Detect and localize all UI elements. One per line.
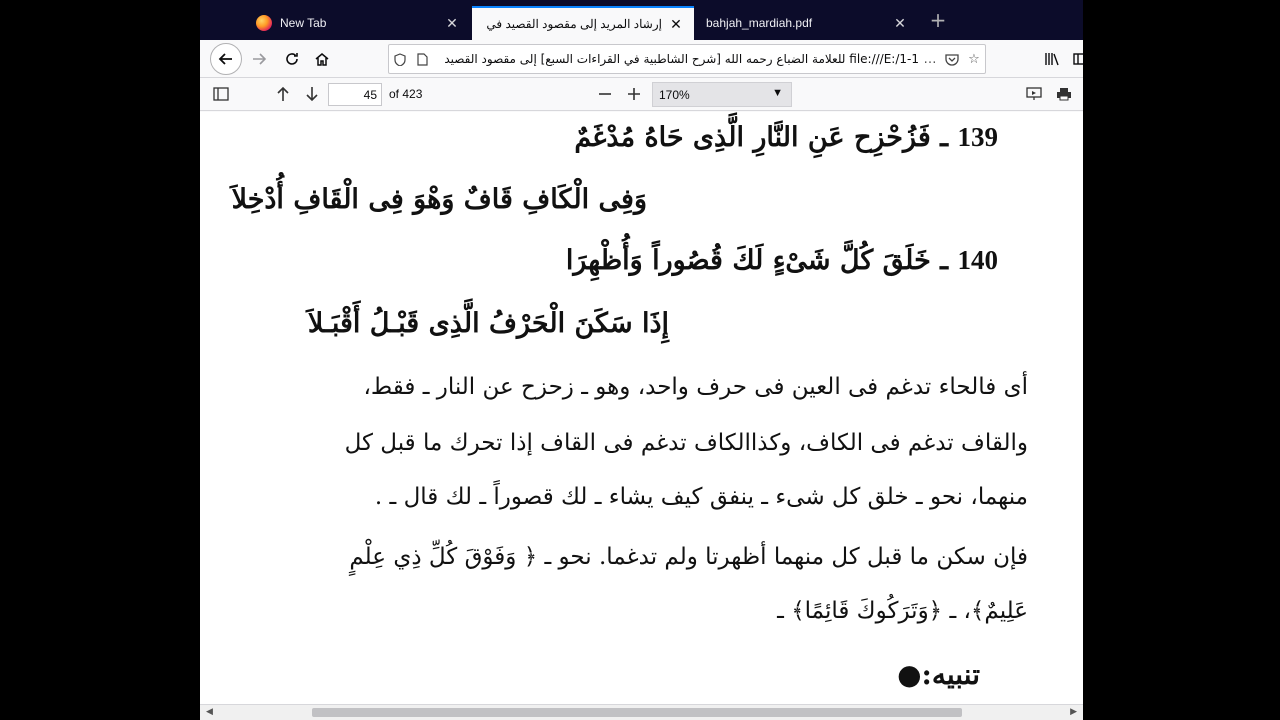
close-icon[interactable]: ✕	[668, 16, 684, 32]
tab-new-tab[interactable]: New Tab ✕	[246, 6, 470, 40]
reload-button[interactable]	[278, 45, 306, 73]
shield-icon[interactable]	[389, 52, 411, 66]
new-tab-plus-icon[interactable]: +	[928, 10, 948, 30]
arrow-down-icon	[306, 87, 318, 102]
verse-number: 139	[957, 122, 999, 152]
zoom-value: 170%	[659, 87, 690, 102]
paragraph-2-line-1: فإن سكن ما قبل كل منهما أظهرتا ولم تدغما…	[349, 544, 1028, 570]
verse-139-line1: 139 ـ فَزُحْزِح عَنِ النَّارِ الَّذِى حَ…	[574, 122, 998, 153]
scrollbar-thumb[interactable]	[312, 708, 962, 717]
forward-arrow-icon	[253, 53, 267, 65]
bullet-icon: ●	[897, 658, 922, 691]
paragraph-1-line-1: أى فالحاء تدغم فى العين فى حرف واحد، وهو…	[363, 374, 1029, 400]
reload-icon	[286, 53, 298, 65]
zoom-in-button[interactable]	[621, 82, 647, 106]
print-button[interactable]	[1051, 82, 1077, 106]
verse-140-line2: إِذَا سَكَنَ الْحَرْفُ الَّذِى قَبْـلُ أ…	[307, 308, 669, 339]
paragraph-2-line-2: عَلِيمٌ﴾، ـ ﴿وَتَرَكُوكَ قَائِمًا﴾ ـ	[777, 598, 1028, 624]
arrow-up-icon	[277, 86, 289, 101]
tab-bahjah[interactable]: bahjah_mardiah.pdf ✕	[696, 6, 918, 40]
sidebar-icon	[213, 87, 229, 101]
url-text[interactable]: file:///E:/1-1 للعلامة الضباع رحمه الله …	[433, 52, 919, 66]
verse-text: ـ خَلَقَ كُلَّ شَىْءٍ لَكَ قُصُوراً وَأُ…	[565, 245, 949, 276]
close-icon[interactable]: ✕	[444, 15, 460, 31]
tab-strip: New Tab ✕ إرشاد المريد إلى مقصود القصيد …	[200, 0, 1083, 40]
verse-140-line1: 140 ـ خَلَقَ كُلَّ شَىْءٍ لَكَ قُصُوراً …	[566, 245, 998, 276]
home-button[interactable]	[308, 45, 336, 73]
paragraph-1-line-2: والقاف تدغم فى الكاف، وكذاالكاف تدغم فى …	[344, 430, 1028, 456]
page-actions-icon[interactable]: …	[919, 52, 941, 67]
back-button[interactable]	[210, 43, 242, 75]
previous-page-button[interactable]	[270, 82, 296, 106]
library-icon[interactable]	[1038, 45, 1066, 73]
sidebar-toggle-icon[interactable]	[1066, 45, 1083, 73]
toggle-sidebar-button[interactable]	[208, 82, 234, 106]
pocket-icon[interactable]	[941, 53, 963, 66]
firefox-icon	[256, 15, 272, 31]
horizontal-scrollbar[interactable]: ◀ ▶	[200, 704, 1083, 720]
tab-title: إرشاد المريد إلى مقصود القصيد في القرا	[482, 17, 662, 31]
pdf-toolbar: of 423 170% ▼	[200, 78, 1083, 111]
close-icon[interactable]: ✕	[892, 15, 908, 31]
paragraph-1-line-3: منهما، نحو ـ خلق كل شىء ـ ينفق كيف يشاء …	[374, 484, 1028, 510]
zoom-out-button[interactable]	[592, 82, 618, 106]
section-heading: تنبيه:●	[897, 658, 980, 691]
page-number-input[interactable]	[328, 83, 382, 106]
home-icon	[315, 53, 329, 66]
browser-window: New Tab ✕ إرشاد المريد إلى مقصود القصيد …	[200, 0, 1083, 720]
bookmark-star-icon[interactable]: ☆	[963, 52, 985, 67]
presentation-icon	[1026, 87, 1042, 100]
url-bar[interactable]: file:///E:/1-1 للعلامة الضباع رحمه الله …	[388, 44, 986, 74]
minus-icon	[599, 93, 611, 95]
navigation-toolbar: file:///E:/1-1 للعلامة الضباع رحمه الله …	[200, 40, 1083, 78]
plus-icon	[628, 88, 640, 100]
tab-title: bahjah_mardiah.pdf	[706, 16, 813, 30]
zoom-select[interactable]: 170% ▼	[652, 82, 792, 107]
printer-icon	[1057, 88, 1071, 101]
tab-title: New Tab	[280, 16, 327, 30]
verse-text: ـ فَزُحْزِح عَنِ النَّارِ الَّذِى حَاهُ …	[574, 122, 949, 153]
verse-number: 140	[957, 245, 999, 275]
page-icon[interactable]	[411, 52, 433, 66]
chevron-down-icon: ▼	[772, 87, 783, 99]
heading-text: تنبيه:	[921, 658, 981, 691]
tab-pdf-active[interactable]: إرشاد المريد إلى مقصود القصيد في القرا ✕	[472, 6, 694, 40]
scroll-right-icon[interactable]: ▶	[1070, 707, 1077, 717]
next-page-button[interactable]	[299, 82, 325, 106]
scroll-left-icon[interactable]: ◀	[206, 707, 213, 717]
verse-139-line2: وَفِى الْكَافِ قَافٌ وَهْوَ فِى الْقَافِ…	[231, 184, 647, 215]
pdf-page: 139 ـ فَزُحْزِح عَنِ النَّارِ الَّذِى حَ…	[200, 112, 1083, 704]
page-count: of 423	[389, 87, 423, 101]
back-arrow-icon	[218, 53, 232, 65]
presentation-mode-button[interactable]	[1021, 82, 1047, 106]
forward-button[interactable]	[245, 45, 273, 73]
